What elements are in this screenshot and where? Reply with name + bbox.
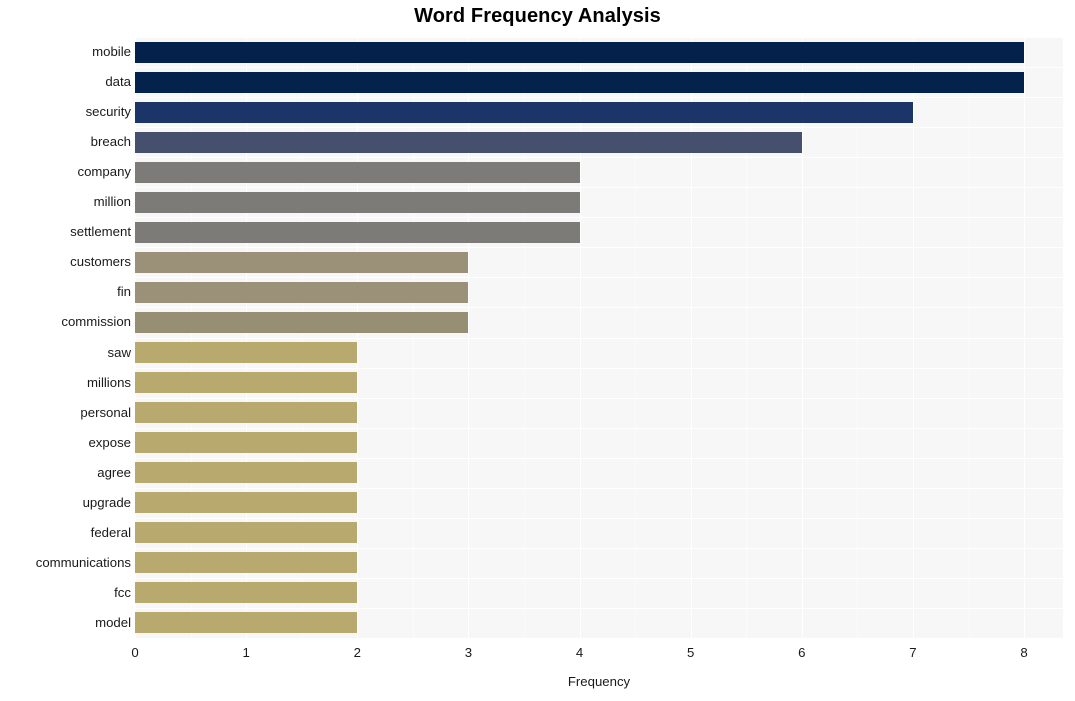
y-gridline (135, 367, 1063, 369)
bar (135, 432, 358, 454)
y-gridline (135, 157, 1063, 159)
bar (135, 221, 580, 243)
x-tick-label: 2 (353, 645, 361, 660)
y-tick-label: model (95, 614, 131, 630)
y-tick-label: security (85, 104, 131, 120)
bar (135, 552, 358, 574)
x-tick-label: 3 (464, 645, 473, 660)
y-tick-label: saw (107, 344, 131, 360)
y-tick-label: company (77, 164, 131, 180)
y-tick-label: fcc (114, 584, 131, 600)
x-tick-label: 6 (798, 645, 806, 660)
x-tick-label: 0 (131, 645, 139, 660)
y-tick-label: million (93, 194, 131, 210)
bar (135, 71, 1025, 93)
y-tick-label: fin (117, 284, 131, 300)
y-tick-label: settlement (70, 224, 131, 240)
y-gridline (135, 457, 1063, 459)
plot-panel (135, 37, 1063, 638)
y-gridline (135, 487, 1063, 489)
y-tick-label: commission (61, 314, 131, 330)
y-gridline (135, 337, 1063, 339)
bar (135, 612, 358, 634)
chart-title: Word Frequency Analysis (414, 5, 661, 27)
bar (135, 41, 1025, 63)
y-tick-label: federal (90, 524, 131, 540)
y-tick-label: expose (88, 434, 131, 450)
y-gridline (135, 247, 1063, 249)
y-tick-label: personal (80, 404, 131, 420)
word-frequency-chart-figure: Word Frequency Analysis mobile data securi… (0, 0, 1075, 701)
y-tick-label: mobile (92, 44, 131, 60)
y-tick-label: upgrade (82, 494, 131, 510)
x-tick-label: 7 (909, 645, 917, 660)
y-tick-label: breach (90, 134, 131, 150)
x-tick-label: 1 (242, 645, 250, 660)
bar (135, 522, 358, 544)
y-gridline (135, 577, 1063, 579)
bar (135, 161, 580, 183)
bar (135, 251, 469, 273)
y-gridline (135, 67, 1063, 69)
x-axis-tick-labels: 0 1 2 3 4 5 6 7 8 (131, 640, 1063, 664)
bar (135, 402, 358, 424)
y-tick-label: data (105, 74, 131, 90)
bar (135, 281, 469, 303)
y-tick-label: communications (35, 554, 131, 570)
bar (135, 342, 358, 364)
y-gridline (135, 427, 1063, 429)
y-gridline (135, 37, 1063, 38)
y-gridline (135, 607, 1063, 609)
y-tick-label: millions (87, 374, 131, 390)
y-tick-label: agree (97, 464, 131, 480)
bar (135, 372, 358, 394)
bar (135, 311, 469, 333)
y-gridline (135, 547, 1063, 549)
y-gridline (135, 187, 1063, 189)
y-tick-label: customers (70, 254, 131, 270)
bar (135, 101, 913, 123)
x-tick-label: 4 (575, 645, 584, 660)
x-tick-label: 8 (1020, 645, 1028, 660)
y-gridline (135, 277, 1063, 279)
y-gridline (135, 217, 1063, 219)
x-tick-label: 5 (687, 645, 695, 660)
y-gridline (135, 517, 1063, 519)
bar (135, 582, 358, 604)
y-axis-tick-labels: mobile data security breach company million se… (0, 37, 131, 638)
x-axis-title: Frequency (567, 674, 631, 689)
y-gridline (135, 307, 1063, 309)
bar (135, 492, 358, 514)
y-gridline (135, 397, 1063, 399)
y-gridline (135, 127, 1063, 129)
bar (135, 462, 358, 484)
y-gridline (135, 97, 1063, 99)
bar (135, 191, 580, 213)
bar (135, 131, 802, 153)
